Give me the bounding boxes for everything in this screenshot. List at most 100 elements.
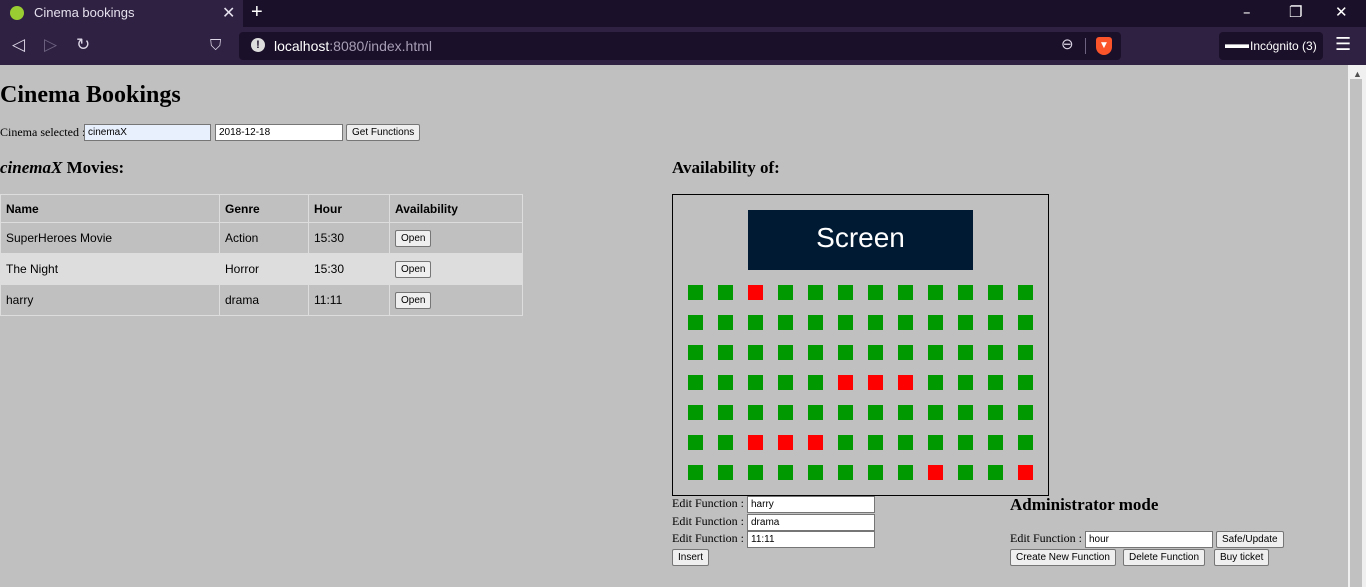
minimize-icon[interactable]: – (1243, 3, 1251, 21)
restore-icon[interactable]: ❐ (1289, 3, 1302, 21)
seat-free[interactable] (1018, 375, 1033, 390)
seat-free[interactable] (868, 435, 883, 450)
forward-icon[interactable]: ▷ (44, 35, 57, 55)
seat-free[interactable] (988, 405, 1003, 420)
seat-free[interactable] (928, 435, 943, 450)
seat-free[interactable] (988, 435, 1003, 450)
window-close-icon[interactable]: ✕ (1335, 3, 1348, 21)
seat-free[interactable] (748, 345, 763, 360)
safe-update-button[interactable]: Safe/Update (1216, 531, 1284, 548)
seat-free[interactable] (1018, 345, 1033, 360)
delete-function-button[interactable]: Delete Function (1123, 549, 1206, 566)
seat-free[interactable] (688, 405, 703, 420)
seat-free[interactable] (1018, 315, 1033, 330)
reload-icon[interactable]: ↻ (76, 35, 90, 55)
seat-free[interactable] (898, 405, 913, 420)
seat-taken[interactable] (808, 435, 823, 450)
admin-hour-input[interactable] (1085, 531, 1213, 548)
seat-free[interactable] (928, 345, 943, 360)
brave-shield-icon[interactable]: ▼ (1096, 37, 1112, 55)
seat-free[interactable] (958, 285, 973, 300)
zoom-icon[interactable]: ⊖ (1061, 35, 1074, 53)
seat-free[interactable] (928, 405, 943, 420)
seat-free[interactable] (958, 435, 973, 450)
seat-free[interactable] (898, 435, 913, 450)
seat-taken[interactable] (778, 435, 793, 450)
date-input[interactable] (215, 124, 343, 141)
seat-free[interactable] (718, 375, 733, 390)
seat-free[interactable] (898, 465, 913, 480)
seat-free[interactable] (778, 405, 793, 420)
scrollbar-thumb[interactable] (1350, 79, 1362, 587)
seat-free[interactable] (1018, 435, 1033, 450)
seat-free[interactable] (748, 405, 763, 420)
seat-free[interactable] (868, 465, 883, 480)
seat-free[interactable] (1018, 285, 1033, 300)
seat-free[interactable] (958, 315, 973, 330)
seat-free[interactable] (718, 405, 733, 420)
seat-taken[interactable] (898, 375, 913, 390)
seat-free[interactable] (1018, 405, 1033, 420)
edit-name-input[interactable] (747, 496, 875, 513)
buy-ticket-button[interactable]: Buy ticket (1214, 549, 1270, 566)
seat-free[interactable] (688, 375, 703, 390)
seat-free[interactable] (898, 285, 913, 300)
seat-free[interactable] (898, 315, 913, 330)
vertical-scrollbar[interactable]: ▲ (1348, 65, 1366, 587)
seat-free[interactable] (808, 465, 823, 480)
edit-hour-input[interactable] (747, 531, 875, 548)
incognito-indicator[interactable]: ▬▬ Incógnito (3) (1219, 32, 1323, 60)
seat-free[interactable] (808, 375, 823, 390)
tab-close-icon[interactable]: ✕ (222, 3, 235, 23)
seat-free[interactable] (718, 435, 733, 450)
seat-taken[interactable] (748, 285, 763, 300)
seat-free[interactable] (688, 315, 703, 330)
seat-free[interactable] (928, 285, 943, 300)
edit-genre-input[interactable] (747, 514, 875, 531)
back-icon[interactable]: ◁ (12, 35, 25, 55)
seat-taken[interactable] (748, 435, 763, 450)
seat-free[interactable] (688, 345, 703, 360)
seat-free[interactable] (988, 285, 1003, 300)
scroll-up-icon[interactable]: ▲ (1353, 69, 1362, 79)
seat-free[interactable] (958, 345, 973, 360)
open-button[interactable]: Open (395, 229, 432, 247)
info-icon[interactable]: ! (251, 38, 265, 52)
seat-free[interactable] (838, 345, 853, 360)
seat-free[interactable] (838, 405, 853, 420)
address-bar[interactable]: ! localhost:8080/index.html ⊖ ▼ (239, 32, 1121, 60)
seat-free[interactable] (718, 345, 733, 360)
seat-free[interactable] (928, 315, 943, 330)
bookmark-icon[interactable]: ⛉ (210, 36, 221, 54)
seat-free[interactable] (868, 405, 883, 420)
seat-free[interactable] (718, 465, 733, 480)
seat-free[interactable] (808, 285, 823, 300)
seat-free[interactable] (778, 465, 793, 480)
seat-free[interactable] (808, 315, 823, 330)
seat-taken[interactable] (838, 375, 853, 390)
seat-free[interactable] (718, 315, 733, 330)
seat-free[interactable] (868, 345, 883, 360)
seat-free[interactable] (958, 375, 973, 390)
seat-free[interactable] (838, 315, 853, 330)
seat-taken[interactable] (868, 375, 883, 390)
active-tab[interactable]: Cinema bookings ✕ (0, 0, 243, 27)
seat-free[interactable] (718, 285, 733, 300)
seat-free[interactable] (808, 345, 823, 360)
new-tab-icon[interactable]: + (251, 1, 263, 24)
seat-free[interactable] (778, 285, 793, 300)
seat-free[interactable] (898, 345, 913, 360)
seat-free[interactable] (688, 465, 703, 480)
create-function-button[interactable]: Create New Function (1010, 549, 1116, 566)
seat-free[interactable] (748, 315, 763, 330)
seat-free[interactable] (838, 435, 853, 450)
seat-free[interactable] (808, 405, 823, 420)
seat-free[interactable] (778, 375, 793, 390)
open-button[interactable]: Open (395, 291, 432, 309)
seat-free[interactable] (958, 405, 973, 420)
seat-free[interactable] (838, 465, 853, 480)
seat-free[interactable] (958, 465, 973, 480)
seat-free[interactable] (748, 375, 763, 390)
seat-free[interactable] (868, 285, 883, 300)
seat-free[interactable] (748, 465, 763, 480)
